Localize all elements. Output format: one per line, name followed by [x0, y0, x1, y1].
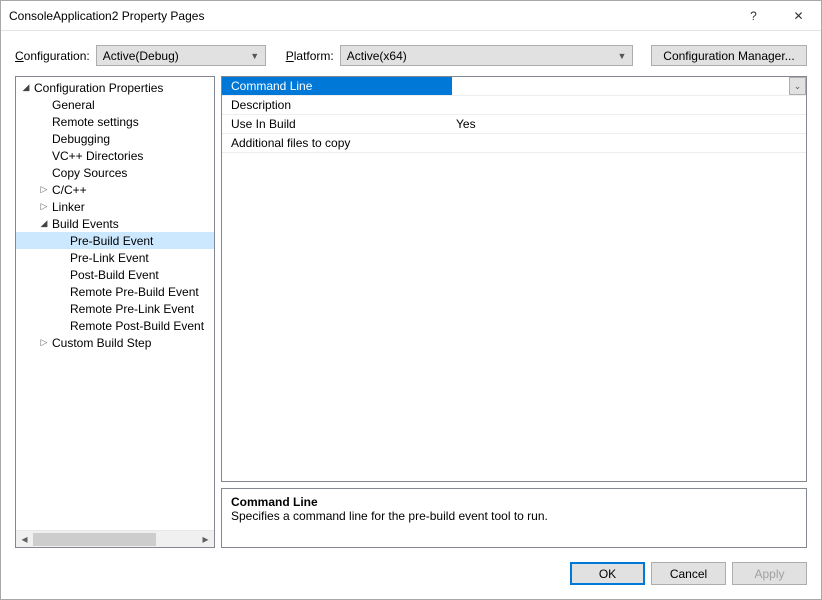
scroll-right-button[interactable]: ▸ — [197, 531, 214, 548]
tree-node[interactable]: Remote Post-Build Event — [16, 317, 214, 334]
tree-node-label: Debugging — [52, 132, 110, 146]
dialog-footer: OK Cancel Apply — [1, 558, 821, 599]
tree-node[interactable]: ◢Build Events — [16, 215, 214, 232]
tree-node[interactable]: ▷C/C++ — [16, 181, 214, 198]
expander-spacer — [56, 269, 68, 281]
cancel-button[interactable]: Cancel — [651, 562, 726, 585]
tree-node-label: Linker — [52, 200, 85, 214]
property-grid: Command Line ⌄ DescriptionUse In BuildYesA… — [221, 76, 807, 482]
property-value[interactable] — [452, 134, 806, 152]
tree-node[interactable]: Remote Pre-Build Event — [16, 283, 214, 300]
window-title: ConsoleApplication2 Property Pages — [9, 9, 731, 23]
close-button[interactable]: ✕ — [776, 1, 821, 30]
tree-node[interactable]: ▷Custom Build Step — [16, 334, 214, 351]
property-row[interactable]: Description — [222, 96, 806, 115]
expand-icon[interactable]: ▷ — [38, 337, 50, 349]
ok-button[interactable]: OK — [570, 562, 645, 585]
tree-node-label: Pre-Link Event — [70, 251, 149, 265]
configuration-label: Configuration: — [15, 49, 90, 63]
expand-icon[interactable]: ▷ — [38, 184, 50, 196]
expander-spacer — [56, 286, 68, 298]
property-name: Additional files to copy — [222, 134, 452, 152]
tree-node[interactable]: Pre-Build Event — [16, 232, 214, 249]
expander-spacer — [38, 99, 50, 111]
tree-node[interactable]: Remote Pre-Link Event — [16, 300, 214, 317]
tree-node-label: Remote Pre-Link Event — [70, 302, 194, 316]
tree-node[interactable]: Post-Build Event — [16, 266, 214, 283]
configuration-manager-button[interactable]: Configuration Manager... — [651, 45, 807, 66]
configuration-combo[interactable]: Active(Debug) ▼ — [96, 45, 266, 66]
expand-icon[interactable]: ▷ — [38, 201, 50, 213]
tree-node[interactable]: Pre-Link Event — [16, 249, 214, 266]
tree-node[interactable]: General — [16, 96, 214, 113]
description-text: Specifies a command line for the pre-bui… — [231, 509, 797, 523]
navigation-tree-panel: ◢Configuration PropertiesGeneralRemote s… — [15, 76, 215, 548]
property-value[interactable]: Yes — [452, 115, 806, 133]
description-title: Command Line — [231, 495, 797, 509]
expander-spacer — [56, 320, 68, 332]
property-value[interactable] — [452, 96, 806, 114]
chevron-down-icon[interactable]: ⌄ — [789, 77, 806, 95]
configuration-row: Configuration: Active(Debug) ▼ Platform:… — [1, 31, 821, 76]
tree-node[interactable]: ▷Linker — [16, 198, 214, 215]
navigation-tree[interactable]: ◢Configuration PropertiesGeneralRemote s… — [16, 77, 214, 530]
platform-value: Active(x64) — [347, 49, 614, 63]
property-name: Use In Build — [222, 115, 452, 133]
scroll-track[interactable] — [33, 531, 197, 548]
tree-node[interactable]: VC++ Directories — [16, 147, 214, 164]
tree-node-label: VC++ Directories — [52, 149, 143, 163]
chevron-down-icon: ▼ — [247, 51, 263, 61]
property-name: Command Line — [222, 77, 452, 95]
property-value[interactable]: ⌄ — [452, 77, 806, 95]
tree-node-label: Remote Pre-Build Event — [70, 285, 199, 299]
title-bar: ConsoleApplication2 Property Pages ? ✕ — [1, 1, 821, 31]
tree-horizontal-scrollbar[interactable]: ◂ ▸ — [16, 530, 214, 547]
tree-node-label: Configuration Properties — [34, 81, 163, 95]
apply-button[interactable]: Apply — [732, 562, 807, 585]
property-row[interactable]: Additional files to copy — [222, 134, 806, 153]
tree-node-label: Build Events — [52, 217, 119, 231]
tree-node-label: Custom Build Step — [52, 336, 151, 350]
scroll-thumb[interactable] — [33, 533, 156, 546]
tree-node[interactable]: Remote settings — [16, 113, 214, 130]
expander-spacer — [38, 116, 50, 128]
tree-node[interactable]: Copy Sources — [16, 164, 214, 181]
property-name: Description — [222, 96, 452, 114]
collapse-icon[interactable]: ◢ — [38, 218, 50, 230]
expander-spacer — [38, 133, 50, 145]
tree-node-label: Copy Sources — [52, 166, 127, 180]
tree-node-label: General — [52, 98, 95, 112]
scroll-left-button[interactable]: ◂ — [16, 531, 33, 548]
expander-spacer — [56, 235, 68, 247]
tree-node-label: Post-Build Event — [70, 268, 159, 282]
platform-label: Platform: — [286, 49, 334, 63]
tree-node-label: C/C++ — [52, 183, 87, 197]
property-row[interactable]: Command Line ⌄ — [222, 77, 806, 96]
tree-node-label: Pre-Build Event — [70, 234, 153, 248]
tree-node[interactable]: Debugging — [16, 130, 214, 147]
help-button[interactable]: ? — [731, 1, 776, 30]
tree-node-label: Remote Post-Build Event — [70, 319, 204, 333]
description-panel: Command Line Specifies a command line fo… — [221, 488, 807, 548]
expander-spacer — [38, 150, 50, 162]
platform-combo[interactable]: Active(x64) ▼ — [340, 45, 633, 66]
expander-spacer — [56, 303, 68, 315]
chevron-down-icon: ▼ — [614, 51, 630, 61]
expander-spacer — [38, 167, 50, 179]
configuration-value: Active(Debug) — [103, 49, 247, 63]
expander-spacer — [56, 252, 68, 264]
collapse-icon[interactable]: ◢ — [20, 82, 32, 94]
tree-node-label: Remote settings — [52, 115, 139, 129]
tree-node[interactable]: ◢Configuration Properties — [16, 79, 214, 96]
property-row[interactable]: Use In BuildYes — [222, 115, 806, 134]
